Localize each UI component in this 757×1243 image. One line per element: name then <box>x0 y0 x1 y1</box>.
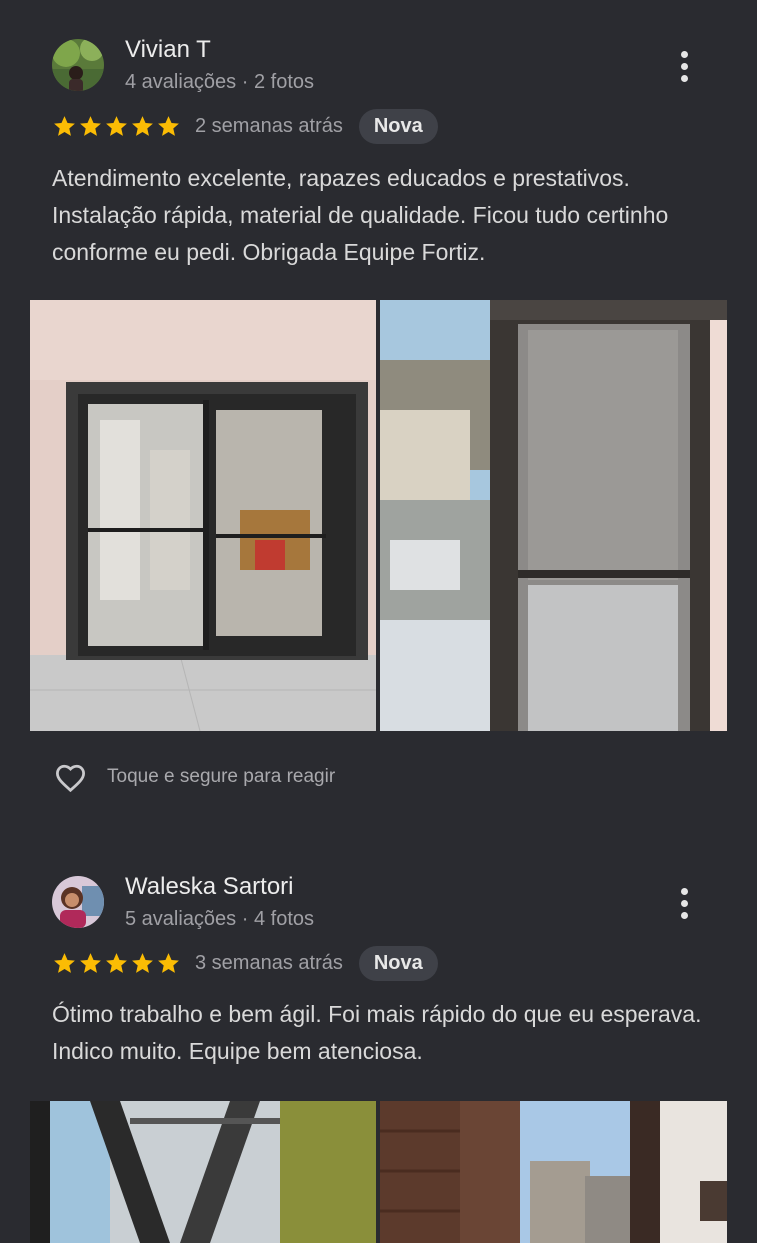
more-vert-icon <box>680 887 688 895</box>
author-meta: 5 avaliações · 4 fotos <box>125 908 314 930</box>
star-icon <box>158 952 179 973</box>
review-text[interactable]: Ótimo trabalho e bem ágil. Foi mais rápi… <box>52 996 722 1070</box>
review-text[interactable]: Atendimento excelente, rapazes educados … <box>52 160 722 271</box>
star-icon <box>132 115 153 136</box>
review-photo[interactable] <box>380 1101 727 1243</box>
star-rating <box>52 114 181 139</box>
avatar[interactable] <box>52 876 104 928</box>
avatar[interactable] <box>52 39 104 91</box>
star-icon <box>80 952 101 973</box>
author-meta: 4 avaliações · 2 fotos <box>125 71 314 93</box>
review-time: 3 semanas atrás <box>195 951 343 974</box>
star-icon <box>54 115 75 136</box>
more-options-button[interactable] <box>668 46 700 86</box>
author-name[interactable]: Waleska Sartori <box>125 873 294 901</box>
review-photo[interactable] <box>380 300 727 731</box>
react-button[interactable]: Toque e segure para reagir <box>52 757 335 797</box>
heart-outline-icon <box>56 764 85 792</box>
more-vert-icon <box>680 50 688 58</box>
react-label: Toque e segure para reagir <box>107 766 336 787</box>
star-icon <box>106 952 127 973</box>
author-name[interactable]: Vivian T <box>125 36 211 64</box>
star-icon <box>132 952 153 973</box>
star-icon <box>106 115 127 136</box>
review-photo[interactable] <box>30 1101 376 1243</box>
review-card: Waleska Sartori 5 avaliações · 4 fotos 3… <box>0 830 757 1243</box>
review-time: 2 semanas atrás <box>195 114 343 137</box>
star-rating <box>52 951 181 976</box>
star-icon <box>158 115 179 136</box>
new-badge: Nova <box>358 945 438 981</box>
star-icon <box>54 952 75 973</box>
rating-row: 3 semanas atrás Nova <box>52 945 438 981</box>
more-options-button[interactable] <box>668 883 700 923</box>
star-icon <box>80 115 101 136</box>
review-card: Vivian T 4 avaliações · 2 fotos 2 semana… <box>0 0 757 830</box>
review-photo[interactable] <box>30 300 376 731</box>
new-badge: Nova <box>358 108 438 144</box>
rating-row: 2 semanas atrás Nova <box>52 108 438 144</box>
